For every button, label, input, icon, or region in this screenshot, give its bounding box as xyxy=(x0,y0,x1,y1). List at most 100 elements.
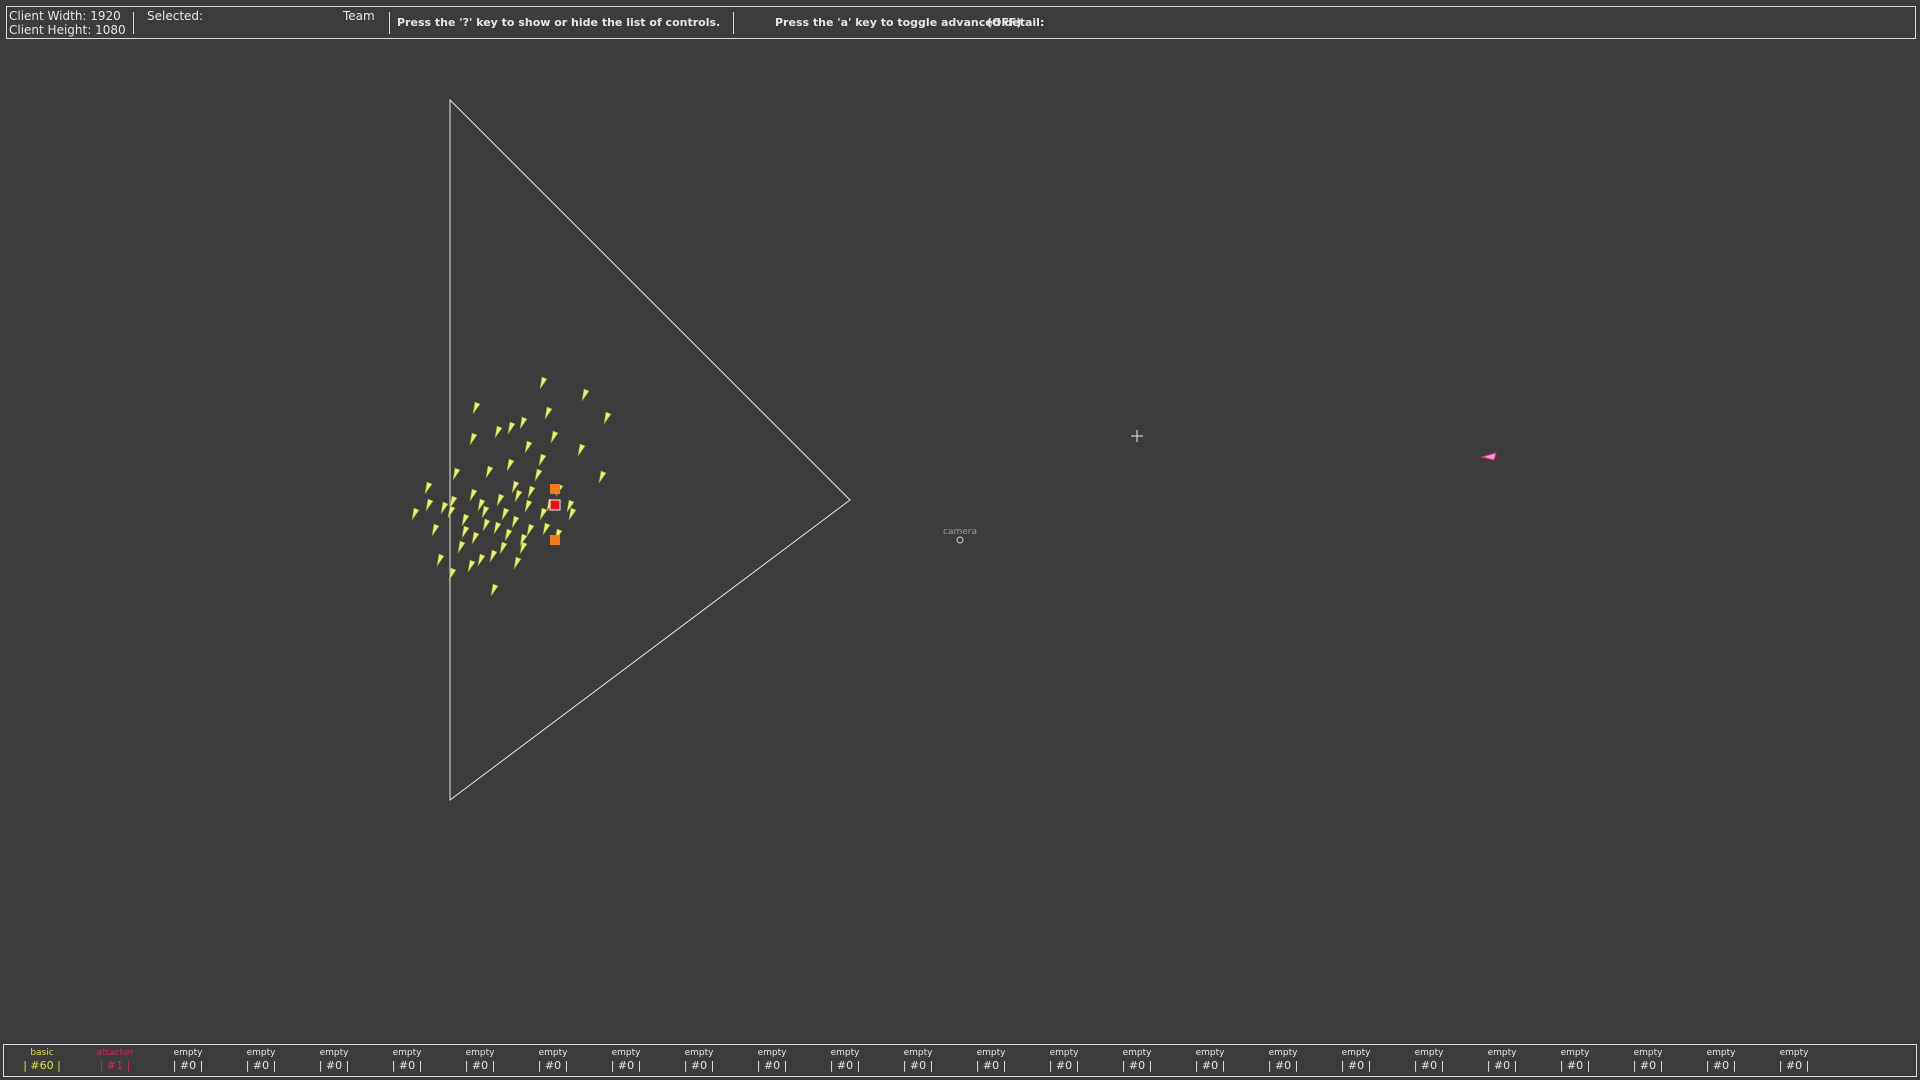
unit-group-slot[interactable]: empty | #0 | xyxy=(663,1048,735,1073)
crosshair-icon xyxy=(1131,430,1143,442)
basic-unit[interactable] xyxy=(489,549,498,563)
slot-count-label: | #0 | xyxy=(1559,1059,1591,1072)
basic-unit[interactable] xyxy=(493,521,502,535)
basic-unit[interactable] xyxy=(485,465,494,479)
basic-unit[interactable] xyxy=(461,513,470,527)
unit-group-slot[interactable]: empty | #0 | xyxy=(517,1048,589,1073)
unit-group-slot[interactable]: empty | #0 | xyxy=(1466,1048,1538,1073)
unit-group-slot[interactable]: attacker | #1 | xyxy=(79,1048,151,1073)
unit-group-slot[interactable]: empty | #0 | xyxy=(1101,1048,1173,1073)
basic-unit[interactable] xyxy=(431,523,440,537)
basic-unit[interactable] xyxy=(501,507,510,521)
formation-triangle xyxy=(449,98,851,801)
game-viewport[interactable]: camera xyxy=(0,0,1920,1080)
basic-unit[interactable] xyxy=(524,440,533,454)
basic-unit[interactable] xyxy=(514,489,523,503)
basic-unit[interactable] xyxy=(499,541,508,555)
basic-unit[interactable] xyxy=(598,470,607,484)
basic-unit[interactable] xyxy=(507,421,516,435)
basic-unit[interactable] xyxy=(469,488,478,502)
basic-unit[interactable] xyxy=(526,523,535,537)
basic-unit[interactable] xyxy=(457,540,466,554)
basic-unit[interactable] xyxy=(440,501,449,515)
unit-group-slot[interactable]: empty | #0 | xyxy=(298,1048,370,1073)
basic-unit[interactable] xyxy=(568,507,577,521)
slot-count-label: | #0 | xyxy=(245,1059,277,1072)
slot-type-label: basic xyxy=(30,1048,54,1058)
camera-marker-icon[interactable]: camera xyxy=(943,527,977,544)
basic-unit[interactable] xyxy=(577,443,586,457)
unit-group-slot[interactable]: empty | #0 | xyxy=(1320,1048,1392,1073)
basic-unit[interactable] xyxy=(482,518,491,532)
slot-count-label: | #0 | xyxy=(1778,1059,1810,1072)
slot-type-label: empty xyxy=(173,1048,203,1058)
basic-unit[interactable] xyxy=(490,583,499,597)
basic-unit[interactable] xyxy=(481,505,490,519)
basic-unit[interactable] xyxy=(411,507,420,521)
basic-unit[interactable] xyxy=(524,499,533,513)
unit-group-slot[interactable]: empty | #0 | xyxy=(1247,1048,1319,1073)
slot-type-label: empty xyxy=(465,1048,495,1058)
unit-group-slot[interactable]: empty | #0 | xyxy=(1539,1048,1611,1073)
unit-group-slot[interactable]: empty | #0 | xyxy=(736,1048,808,1073)
basic-unit[interactable] xyxy=(506,458,515,472)
basic-unit[interactable] xyxy=(511,515,520,529)
unit-group-slot[interactable]: empty | #0 | xyxy=(1028,1048,1100,1073)
unit-group-slot[interactable]: empty | #0 | xyxy=(152,1048,224,1073)
unit-group-slot[interactable]: basic | #60 | xyxy=(6,1048,78,1073)
slot-count-label: | #0 | xyxy=(610,1059,642,1072)
slot-type-label: empty xyxy=(611,1048,641,1058)
target-marker-orange[interactable] xyxy=(550,484,560,494)
camera-label: camera xyxy=(943,527,977,537)
unit-group-slot[interactable]: empty | #0 | xyxy=(590,1048,662,1073)
basic-unit[interactable] xyxy=(472,401,481,415)
target-marker-red[interactable] xyxy=(549,499,561,511)
unit-group-slot[interactable]: empty | #0 | xyxy=(371,1048,443,1073)
unit-group-slot[interactable]: empty | #0 | xyxy=(1758,1048,1830,1073)
basic-unit[interactable] xyxy=(425,498,434,512)
attacker-unit[interactable] xyxy=(1480,452,1497,461)
unit-group-slot[interactable]: empty | #0 | xyxy=(809,1048,881,1073)
unit-group-slot[interactable]: empty | #0 | xyxy=(1612,1048,1684,1073)
slot-type-label: empty xyxy=(1706,1048,1736,1058)
basic-unit[interactable] xyxy=(603,411,612,425)
unit-group-slot[interactable]: empty | #0 | xyxy=(1393,1048,1465,1073)
basic-unit[interactable] xyxy=(519,416,528,430)
basic-unit[interactable] xyxy=(496,493,505,507)
unit-group-slot[interactable]: empty | #0 | xyxy=(444,1048,516,1073)
slot-count-label: | #1 | xyxy=(99,1059,131,1072)
basic-unit[interactable] xyxy=(467,559,476,573)
target-marker-orange[interactable] xyxy=(550,535,560,545)
basic-unit-swarm[interactable] xyxy=(411,376,612,597)
slot-type-label: empty xyxy=(319,1048,349,1058)
basic-unit[interactable] xyxy=(527,485,536,499)
unit-group-slot[interactable]: empty | #0 | xyxy=(1174,1048,1246,1073)
basic-unit[interactable] xyxy=(513,556,522,570)
basic-unit[interactable] xyxy=(452,467,461,481)
slot-type-label: empty xyxy=(1414,1048,1444,1058)
slot-count-label: | #0 | xyxy=(1632,1059,1664,1072)
basic-unit[interactable] xyxy=(477,553,486,567)
basic-unit[interactable] xyxy=(550,430,559,444)
basic-unit[interactable] xyxy=(534,468,543,482)
basic-unit[interactable] xyxy=(538,453,547,467)
unit-group-slot[interactable]: empty | #0 | xyxy=(882,1048,954,1073)
basic-unit[interactable] xyxy=(581,388,590,402)
basic-unit[interactable] xyxy=(494,425,503,439)
basic-unit[interactable] xyxy=(539,376,548,390)
slot-type-label: attacker xyxy=(96,1048,134,1058)
basic-unit[interactable] xyxy=(504,528,513,542)
slot-type-label: empty xyxy=(976,1048,1006,1058)
basic-unit[interactable] xyxy=(542,522,551,536)
basic-unit[interactable] xyxy=(424,481,433,495)
basic-unit[interactable] xyxy=(544,406,553,420)
unit-group-slot[interactable]: empty | #0 | xyxy=(1685,1048,1757,1073)
basic-unit[interactable] xyxy=(436,553,445,567)
basic-unit[interactable] xyxy=(539,507,548,521)
basic-unit[interactable] xyxy=(461,525,470,539)
basic-unit[interactable] xyxy=(471,531,480,545)
basic-unit[interactable] xyxy=(469,432,478,446)
unit-group-slot[interactable]: empty | #0 | xyxy=(955,1048,1027,1073)
unit-group-slot[interactable]: empty | #0 | xyxy=(225,1048,297,1073)
basic-unit[interactable] xyxy=(447,505,456,519)
